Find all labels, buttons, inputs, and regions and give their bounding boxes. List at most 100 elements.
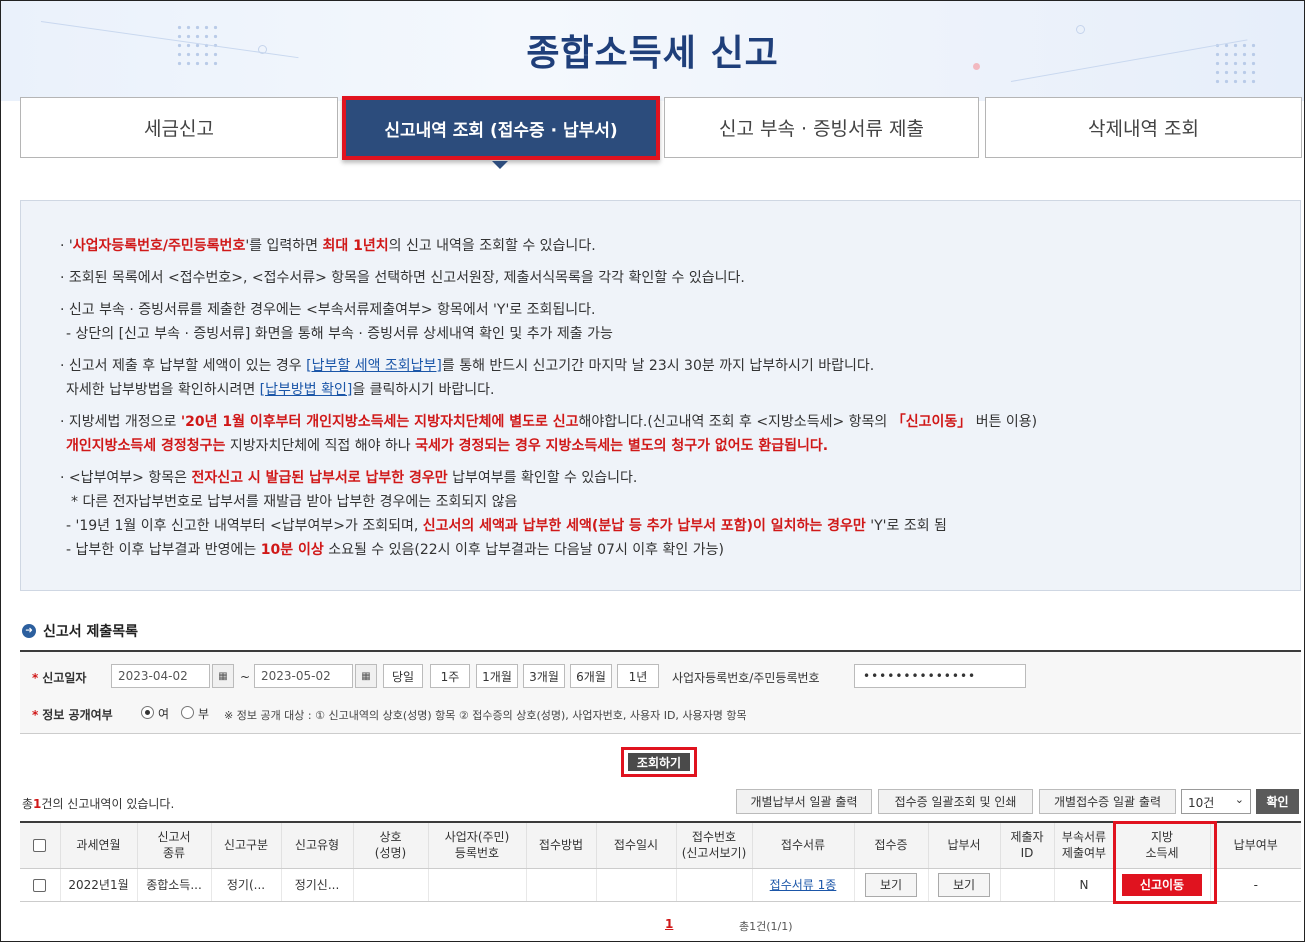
table-header-row: 과세연월 신고서 종류 신고구분 신고유형 상호 (성명) 사업자(주민) 등록…: [20, 821, 1301, 869]
column-header: 납부여부: [1209, 821, 1301, 869]
column-header: 신고구분: [210, 821, 281, 869]
section-title: ➜ 신고서 제출목록: [22, 621, 138, 641]
select-all-checkbox[interactable]: [33, 839, 47, 853]
cell-paid: -: [1209, 868, 1301, 902]
column-header: 제출자 ID: [999, 821, 1054, 869]
cell-regno: [427, 868, 526, 902]
cell-kind: 종합소득...: [136, 868, 211, 902]
pay-method-link[interactable]: [납부방법 확인]: [260, 382, 353, 398]
cell-receipt-no[interactable]: [675, 868, 752, 902]
cell-docs: 접수서류 1종: [751, 868, 854, 902]
tab-deleted-history[interactable]: 삭제내역 조회: [985, 97, 1302, 158]
column-header: 접수번호 (신고서보기): [675, 821, 752, 869]
notice-box: · '사업자등록번호/주민등록번호'를 입력하면 최대 1년치의 신고 내역을 …: [20, 200, 1301, 591]
calendar-icon[interactable]: ▦: [212, 664, 234, 688]
column-header: 접수서류: [751, 821, 854, 869]
notice-item: · 조회된 목록에서 <접수번호>, <접수서류> 항목을 선택하면 신고서원장…: [60, 270, 745, 286]
notice-item: · <납부여부> 항목은 전자신고 시 발급된 납부서로 납부한 경우만 납부여…: [60, 470, 638, 486]
view-bill-button[interactable]: 보기: [938, 872, 990, 897]
cell-period: 2022년1월: [59, 868, 137, 902]
view-receipt-button[interactable]: 보기: [865, 872, 917, 897]
column-header: 사업자(주민) 등록번호: [427, 821, 526, 869]
notice-item: · 신고 부속 · 증빙서류를 제출한 경우에는 <부속서류제출여부> 항목에서…: [60, 302, 596, 318]
cell-datetime: [595, 868, 676, 902]
row-checkbox[interactable]: [33, 878, 47, 892]
column-header: 부속서류 제출여부: [1053, 821, 1114, 869]
period-6month-button[interactable]: 6개월: [570, 664, 612, 688]
column-header: 납부서: [927, 821, 1000, 869]
lookup-highlight: 조회하기: [621, 747, 697, 777]
disclose-label: * 정보 공개여부: [32, 708, 113, 722]
cell-attach: N: [1053, 868, 1114, 902]
cell-method: [525, 868, 596, 902]
page-header-banner: 종합소득세 신고: [1, 1, 1304, 101]
column-header: 접수방법: [525, 821, 596, 869]
column-header: 신고유형: [280, 821, 353, 869]
column-header: 과세연월: [59, 821, 137, 869]
chevron-down-icon: ⌄: [1234, 793, 1244, 806]
date-from-input[interactable]: 2023-04-02: [111, 664, 210, 688]
cell-type: 정기신...: [280, 868, 353, 902]
period-today-button[interactable]: 당일: [383, 664, 423, 688]
search-form: * 신고일자 2023-04-02 ▦ ~ 2023-05-02 ▦ 당일 1주 …: [20, 650, 1301, 734]
period-1year-button[interactable]: 1년: [617, 664, 659, 688]
notice-item: · 지방세법 개정으로 '20년 1월 이후부터 개인지방소득세는 지방자치단체…: [60, 414, 1038, 430]
page-size-select[interactable]: 10건 ⌄: [1181, 789, 1251, 814]
calendar-icon[interactable]: ▦: [355, 664, 377, 688]
period-3month-button[interactable]: 3개월: [523, 664, 565, 688]
id-label: 사업자등록번호/주민등록번호: [672, 671, 820, 685]
result-count: 총1건의 신고내역이 있습니다.: [22, 797, 175, 811]
business-id-input[interactable]: ••••••••••••••: [854, 664, 1026, 688]
cell-name: [352, 868, 428, 902]
local-tax-move-button[interactable]: 신고이동: [1122, 873, 1202, 896]
notice-subitem: - 납부한 이후 납부결과 반영에는 10분 이상 소요될 수 있음(22시 이…: [66, 542, 724, 558]
disclose-no-radio[interactable]: [181, 706, 194, 719]
column-header: 접수일시: [595, 821, 676, 869]
page-link[interactable]: 1: [665, 917, 673, 931]
arrow-circle-icon: ➜: [22, 624, 36, 638]
column-header: 접수증: [853, 821, 928, 869]
print-bills-button[interactable]: 개별납부서 일괄 출력: [736, 789, 872, 814]
cell-bill: 보기: [927, 868, 1000, 902]
print-receipts-button[interactable]: 접수증 일괄조회 및 인쇄: [878, 789, 1033, 814]
notice-subitem: - 상단의 [신고 부속 · 증빙서류] 화면을 통해 부속 · 증빙서류 상세…: [66, 326, 613, 342]
filing-table: 과세연월 신고서 종류 신고구분 신고유형 상호 (성명) 사업자(주민) 등록…: [20, 821, 1301, 902]
disclose-no-label: 부: [198, 707, 210, 721]
tab-filing-history[interactable]: 신고내역 조회 (접수증 · 납부서): [342, 96, 660, 160]
main-tabs: 세금신고 신고내역 조회 (접수증 · 납부서) 신고 부속 · 증빙서류 제출…: [20, 96, 1302, 160]
disclose-note: ※ 정보 공개 대상 : ① 신고내역의 상호(성명) 항목 ② 접수증의 상호…: [224, 709, 747, 722]
confirm-button[interactable]: 확인: [1256, 789, 1299, 814]
notice-subitem: 개인지방소득세 경정청구는 지방자치단체에 직접 해야 하나 국세가 경정되는 …: [66, 438, 829, 454]
tab-attachment-submit[interactable]: 신고 부속 · 증빙서류 제출: [664, 97, 979, 158]
page-title: 종합소득세 신고: [526, 33, 779, 74]
notice-item: · 신고서 제출 후 납부할 세액이 있는 경우 [납부할 세액 조회납부]를 …: [60, 358, 875, 374]
period-1week-button[interactable]: 1주: [430, 664, 470, 688]
active-tab-arrow: [492, 161, 508, 169]
row-select-cell: [20, 868, 60, 902]
cell-receipt: 보기: [853, 868, 928, 902]
notice-subitem: * 다른 전자납부번호로 납부서를 재발급 받아 납부한 경우에는 조회되지 않…: [71, 494, 518, 510]
disclose-yes-label: 여: [158, 707, 170, 721]
lookup-button[interactable]: 조회하기: [628, 753, 690, 771]
date-to-input[interactable]: 2023-05-02: [254, 664, 353, 688]
header-select-all[interactable]: [20, 821, 60, 869]
notice-subitem: 자세한 납부방법을 확인하시려면 [납부방법 확인]을 클릭하시기 바랍니다.: [66, 382, 495, 398]
period-1month-button[interactable]: 1개월: [476, 664, 518, 688]
section-title-text: 신고서 제출목록: [43, 624, 139, 640]
notice-item: · '사업자등록번호/주민등록번호'를 입력하면 최대 1년치의 신고 내역을 …: [60, 238, 596, 254]
cell-local-tax: 신고이동: [1113, 868, 1210, 902]
cell-submitter: [999, 868, 1054, 902]
page-total: 총1건(1/1): [739, 920, 793, 933]
cell-category: 정기(...: [210, 868, 281, 902]
disclose-yes-radio[interactable]: [141, 706, 154, 719]
date-label: * 신고일자: [32, 671, 87, 685]
table-row: 2022년1월 종합소득... 정기(... 정기신... 접수서류 1종 보기…: [20, 868, 1301, 902]
column-header: 상호 (성명): [352, 821, 428, 869]
date-separator: ~: [240, 670, 251, 684]
column-header: 신고서 종류: [136, 821, 211, 869]
tab-tax-filing[interactable]: 세금신고: [20, 97, 338, 158]
docs-link[interactable]: 접수서류 1종: [770, 878, 837, 892]
pay-tax-link[interactable]: [납부할 세액 조회납부]: [306, 358, 442, 374]
column-header: 지방 소득세: [1113, 821, 1210, 869]
print-individual-receipts-button[interactable]: 개별접수증 일괄 출력: [1039, 789, 1176, 814]
